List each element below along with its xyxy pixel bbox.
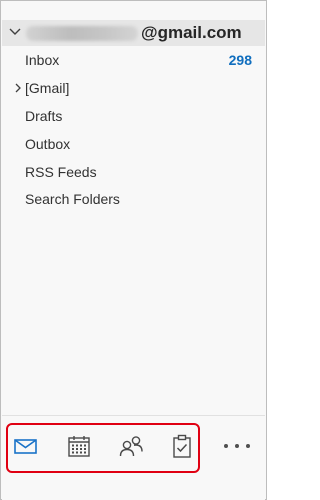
folder-rss-feeds[interactable]: RSS Feeds xyxy=(2,159,265,185)
folder-outbox[interactable]: Outbox xyxy=(2,131,265,157)
chevron-down-icon[interactable] xyxy=(9,26,21,38)
chevron-right-icon[interactable] xyxy=(14,83,22,93)
folder-label: Outbox xyxy=(25,136,71,152)
account-header[interactable]: @gmail.com xyxy=(2,20,265,46)
folder-inbox[interactable]: Inbox 298 xyxy=(2,47,265,73)
folder-drafts[interactable]: Drafts xyxy=(2,103,265,129)
redacted-email-username xyxy=(26,26,138,41)
account-name: @gmail.com xyxy=(26,22,260,44)
calendar-button[interactable] xyxy=(65,432,93,460)
module-navigation-bar xyxy=(2,415,265,500)
people-icon xyxy=(119,436,143,457)
mail-icon xyxy=(14,439,37,454)
more-icon[interactable] xyxy=(220,438,254,454)
folder-label: RSS Feeds xyxy=(25,164,97,180)
folder-label: [Gmail] xyxy=(25,80,70,96)
tasks-icon xyxy=(173,434,191,458)
folder-pane: @gmail.com Inbox 298 [Gmail] Drafts Outb… xyxy=(0,0,267,500)
folder-search-folders[interactable]: Search Folders xyxy=(2,186,265,212)
folder-label: Inbox xyxy=(25,52,60,68)
calendar-icon xyxy=(68,436,90,457)
tasks-button[interactable] xyxy=(168,432,196,460)
mail-button[interactable] xyxy=(12,432,40,460)
folder-label: Drafts xyxy=(25,108,63,124)
folder-label: Search Folders xyxy=(25,191,120,207)
folder-gmail[interactable]: [Gmail] xyxy=(2,75,265,101)
people-button[interactable] xyxy=(117,432,145,460)
account-email-domain: @gmail.com xyxy=(141,23,242,42)
unread-count-badge: 298 xyxy=(228,52,252,68)
